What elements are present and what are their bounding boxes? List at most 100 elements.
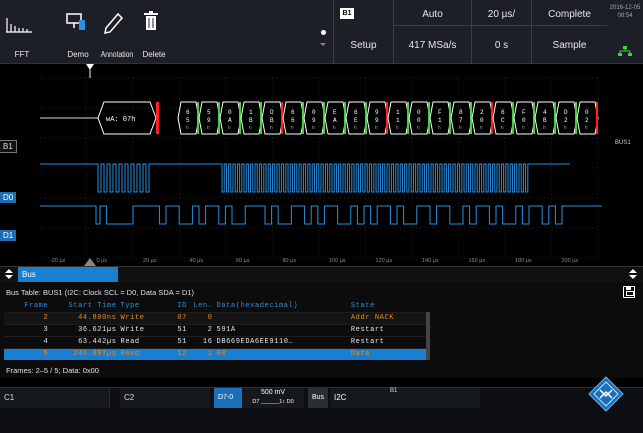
i2c-bus-button[interactable]: I2C [330,388,480,408]
delete-label: Delete [142,50,166,59]
logic-threshold[interactable]: 500 mV D7 ______1↕ D0 [242,388,304,408]
data-byte-hi: D [270,109,274,116]
fft-button[interactable]: FFT [4,4,40,60]
demo-label: Demo [67,50,89,59]
setup-button[interactable]: Setup [334,36,393,56]
trigger-mode[interactable]: Auto [394,4,471,26]
time-tick-label: 180 µs [515,258,532,264]
annotation-label: Annotation [100,50,134,59]
time-tick-label: 40 µs [190,258,204,264]
data-byte-suffix: h [333,125,336,131]
data-byte-suffix: h [480,125,483,131]
cell-data [214,311,349,324]
cell-frame: 5 [4,347,51,360]
datetime: 2016-12-05 08:54 [608,4,642,20]
time-tick-label: -20 µs [50,258,66,264]
bus-button[interactable]: Bus [308,388,328,408]
dot-icon [320,30,326,35]
col-len: Len. [193,302,213,311]
acquisition-status[interactable]: Complete [532,4,607,26]
logic-threshold-value: 500 mV [260,389,286,396]
data-byte-lo: B [270,117,274,124]
data-byte-lo: 0 [522,117,526,124]
cell-type: Write [118,323,165,336]
cell-type: Write [118,311,165,324]
data-byte-suffix: h [417,125,420,131]
table-header-row: Frame Start Time Type ID Len. Data(hexad… [4,301,426,312]
demo-icon [66,13,85,30]
data-byte-lo: 9 [375,117,379,124]
waveform-svg[interactable]: -20 µs 0 µs 20 µs 40 µs 60 µs 80 µs 100 µs 120 … [0,64,643,266]
data-byte-lo: 9 [312,117,316,124]
demo-button[interactable]: Demo [60,4,96,60]
bus-channel-label[interactable]: B1 [0,140,17,153]
cell-len: 2 [188,323,215,336]
address-frame-label: wA: 07h [106,116,135,124]
table-row-selected[interactable]: 5 246.997µs Read 12 1 00 Data [4,347,426,360]
pen-icon [104,12,124,34]
cell-len: 16 [188,335,215,348]
trigger-marker-icon[interactable] [86,64,94,78]
channel-c1-button[interactable]: C1 [0,388,110,408]
waveform-display[interactable]: -20 µs 0 µs 20 µs 40 µs 60 µs 80 µs 100 µs 120 … [0,64,643,266]
table-row[interactable]: 2 44.800ns Write 07 0 Addr NACK [4,311,426,324]
data-byte-hi: 0 [312,109,316,116]
data-byte-hi: 6 [291,109,295,116]
data-byte-lo: 6 [291,117,295,124]
d1-trace [40,205,602,225]
data-byte-suffix: h [375,125,378,131]
time-tick-label: 120 µs [376,258,393,264]
cell-start-time: 44.800ns [50,311,119,324]
delete-button[interactable]: Delete [136,4,172,60]
timebase-panel[interactable]: 20 µs/ 0 s [471,0,531,64]
tab-bus[interactable]: Bus [18,267,118,283]
ack-marker [596,102,598,134]
time-tick-label: 100 µs [329,258,346,264]
channel-c2-button[interactable]: C2 [120,388,210,408]
col-frame: Frame [24,302,49,311]
time-axis: -20 µs 0 µs 20 µs 40 µs 60 µs 80 µs 100 µs 120 … [50,258,578,264]
logic-d7-0-button[interactable]: D7-0 [214,388,242,408]
d1-channel-label[interactable]: D1 [0,230,17,241]
cell-id: 12 [164,347,189,360]
save-icon[interactable] [623,286,635,298]
horizontal-position[interactable]: 0 s [472,36,531,56]
table-scrollbar[interactable] [426,312,430,360]
data-byte-lo: 0 [417,117,421,124]
expand-collapse-right-icon[interactable] [628,269,638,281]
data-byte-lo: 1 [438,117,442,124]
cell-start-time: 63.442µs [50,335,119,348]
data-byte-lo: C [501,117,505,124]
frames-info: Frames: 2–5 / 5; Data: 0x00 [6,366,99,375]
table-row[interactable]: 3 36.621µs Write 51 2 591A Restart [4,323,426,336]
data-byte-hi: 9 [375,109,379,116]
trigger-position-icon[interactable] [84,258,96,266]
acquisition-mode[interactable]: Sample [532,36,607,56]
channel-bar: C1 C2 D7-0 500 mV D7 ______1↕ D0 Bus I2C… [0,387,643,433]
d0-channel-label[interactable]: D0 [0,192,17,203]
data-byte-lo: 1 [396,117,400,124]
data-byte-hi: 5 [207,109,211,116]
data-byte-suffix: h [459,125,462,131]
data-byte-suffix: h [354,125,357,131]
data-byte-suffix: h [564,125,567,131]
cell-id: 51 [164,323,189,336]
data-byte-lo: B [249,117,253,124]
cell-data: 591A [214,323,349,336]
timebase-scale[interactable]: 20 µs/ [472,4,531,26]
bus-table-title: Bus Table: BUS1 (I2C: Clock SCL = D0, Da… [6,288,194,297]
data-byte-hi: 2 [480,109,484,116]
date-text: 2016-12-05 [609,5,641,11]
more-menu-button[interactable] [316,30,330,46]
bus-right-label: BUS1 [615,140,631,146]
expand-collapse-icon[interactable] [4,269,14,281]
acquisition-panel[interactable]: Complete Sample [531,0,607,64]
annotation-button[interactable]: Annotation [98,4,134,60]
data-byte-suffix: h [207,125,210,131]
bus-table: Frame Start Time Type ID Len. Data(hexad… [4,301,426,360]
cell-state: Restart [348,335,426,348]
table-row[interactable]: 4 63.442µs Read 51 16 DB669EDA6EE9110… R… [4,335,426,348]
trigger-panel[interactable]: Auto 417 MSa/s [393,0,471,64]
data-byte-hi: 6 [501,109,505,116]
time-text: 08:54 [617,13,633,19]
